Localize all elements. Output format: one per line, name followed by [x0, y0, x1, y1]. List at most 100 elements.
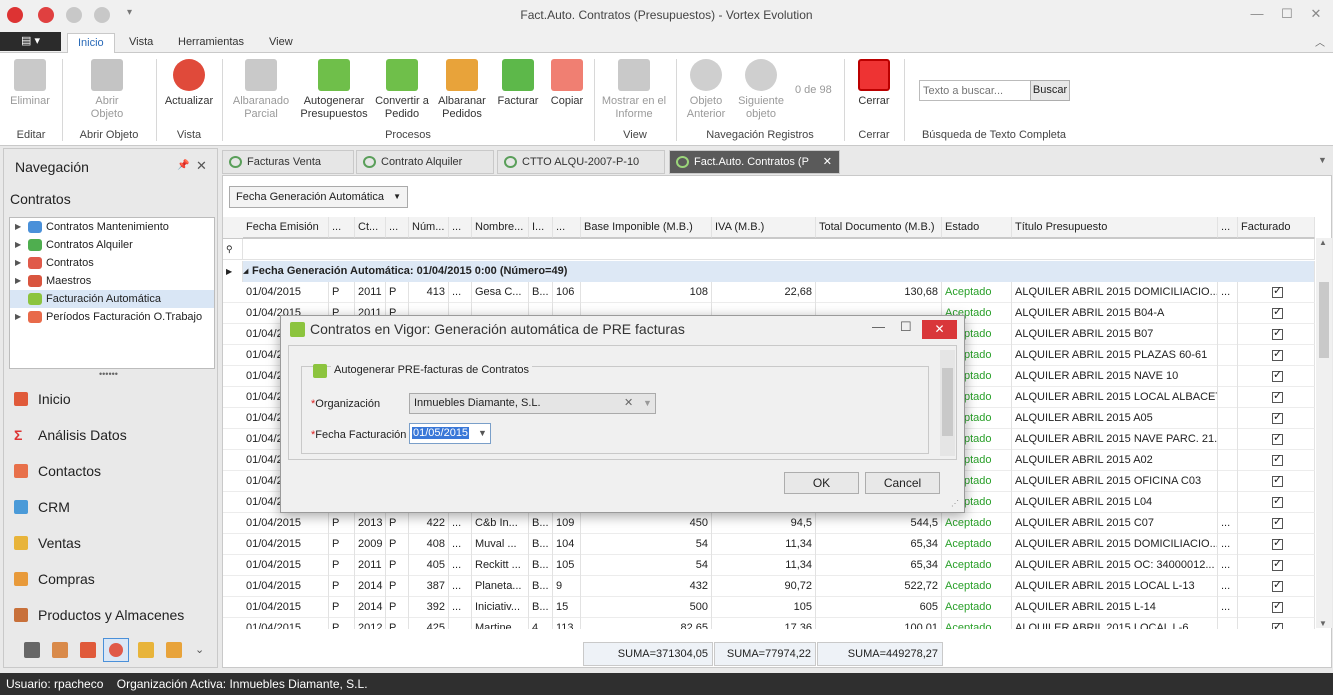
objeto-anterior-button[interactable]: Objeto Anterior	[682, 57, 730, 121]
column-header[interactable]: Estado	[942, 217, 1012, 238]
facturado-checkbox[interactable]	[1272, 389, 1283, 403]
albaranado-parcial-button[interactable]: Albaranado Parcial	[228, 57, 294, 121]
doc-tab-facturas-venta[interactable]: Facturas Venta	[222, 150, 354, 174]
tab-vista[interactable]: Vista	[119, 33, 163, 53]
chevron-down-icon[interactable]: ▼	[643, 394, 652, 413]
nav-crm[interactable]: CRM	[14, 495, 70, 519]
facturado-checkbox[interactable]	[1272, 368, 1283, 382]
siguiente-objeto-button[interactable]: Siguiente objeto	[734, 57, 788, 121]
autogenerar-presupuestos-button[interactable]: Autogenerar Presupuestos	[298, 57, 370, 121]
scroll-down-icon[interactable]: ▼	[1319, 619, 1327, 628]
facturado-checkbox[interactable]	[1272, 452, 1283, 466]
facturado-checkbox[interactable]	[1272, 536, 1283, 550]
search-input[interactable]	[919, 80, 1031, 101]
tree-item-maestros[interactable]: ▶ Maestros	[10, 272, 214, 290]
facturado-checkbox[interactable]	[1272, 515, 1283, 529]
facturado-checkbox[interactable]	[1272, 494, 1283, 508]
column-header[interactable]: Nombre...	[472, 217, 529, 238]
clear-icon[interactable]: ✕	[624, 394, 633, 413]
resize-grip-icon[interactable]: ⋰	[951, 499, 959, 508]
column-header[interactable]: ...	[329, 217, 355, 238]
column-header[interactable]: Título Presupuesto	[1012, 217, 1218, 238]
dialog-scrollbar-thumb[interactable]	[942, 368, 953, 436]
column-header[interactable]: ...	[1218, 217, 1238, 238]
maximize-button[interactable]: ☐	[1278, 6, 1296, 22]
facturado-checkbox[interactable]	[1272, 347, 1283, 361]
pin-icon[interactable]: 📌	[177, 160, 189, 171]
facturado-checkbox[interactable]	[1272, 284, 1283, 298]
convertir-pedido-button[interactable]: Convertir a Pedido	[374, 57, 430, 121]
nav-analisis-datos[interactable]: Σ Análisis Datos	[14, 423, 127, 447]
facturado-checkbox[interactable]	[1272, 578, 1283, 592]
facturado-checkbox[interactable]	[1272, 473, 1283, 487]
facturar-button[interactable]: Facturar	[494, 57, 542, 108]
dialog-scrollbar[interactable]	[940, 350, 955, 456]
collapse-group-icon[interactable]: ◢	[243, 261, 251, 282]
minimize-button[interactable]: —	[1248, 6, 1266, 22]
exchange-icon[interactable]	[138, 642, 154, 658]
dialog-maximize-button[interactable]: ☐	[900, 319, 912, 335]
mostrar-informe-button[interactable]: Mostrar en el Informe	[600, 57, 668, 121]
vertical-scrollbar[interactable]	[1316, 238, 1332, 628]
group-by-chip[interactable]: Fecha Generación Automática ▼	[229, 186, 408, 208]
more-chevron-icon[interactable]: ⌄	[195, 643, 204, 656]
ok-button[interactable]: OK	[784, 472, 859, 494]
tree-item-facturacion-automatica[interactable]: Facturación Automática	[10, 290, 214, 308]
contracts-shortcut-button[interactable]	[103, 638, 129, 662]
facturado-checkbox[interactable]	[1272, 620, 1283, 629]
doc-tab-fact-auto[interactable]: Fact.Auto. Contratos (P ✕	[669, 150, 840, 174]
dialog-minimize-button[interactable]: —	[872, 319, 885, 334]
column-header[interactable]: IVA (M.B.)	[712, 217, 816, 238]
collapse-ribbon-icon[interactable]: ︿	[1315, 34, 1325, 49]
facturado-checkbox[interactable]	[1272, 431, 1283, 445]
doc-tab-ctto[interactable]: CTTO ALQU-2007-P-10	[497, 150, 665, 174]
cerrar-button[interactable]: Cerrar	[852, 57, 896, 108]
close-button[interactable]: ✕	[1307, 6, 1325, 22]
buscar-button[interactable]: Buscar	[1030, 80, 1070, 101]
tree-item-contratos-alquiler[interactable]: ▶ Contratos Alquiler	[10, 236, 214, 254]
scroll-up-icon[interactable]: ▲	[1319, 238, 1327, 247]
nav-ventas[interactable]: Ventas	[14, 531, 81, 555]
filter-row[interactable]	[223, 239, 1315, 260]
doc-tab-contrato-alquiler[interactable]: Contrato Alquiler	[356, 150, 494, 174]
column-header[interactable]: Total Documento (M.B.)	[816, 217, 942, 238]
facturado-checkbox[interactable]	[1272, 305, 1283, 319]
nav-inicio[interactable]: Inicio	[14, 387, 71, 411]
dialog-close-button[interactable]: ✕	[922, 320, 957, 339]
albaranar-pedidos-button[interactable]: Albaranar Pedidos	[434, 57, 490, 121]
column-header[interactable]: Ct...	[355, 217, 386, 238]
tab-herramientas[interactable]: Herramientas	[168, 33, 254, 53]
nav-compras[interactable]: Compras	[14, 567, 95, 591]
fecha-field[interactable]: 01/05/2015 ▼	[409, 423, 491, 444]
tree-item-periodos-facturacion[interactable]: ▶ Períodos Facturación O.Trabajo	[10, 308, 214, 326]
column-header[interactable]: ...	[553, 217, 581, 238]
file-menu-button[interactable]: ▤ ▾	[0, 32, 61, 51]
column-header[interactable]: I...	[529, 217, 553, 238]
printer-icon[interactable]	[24, 642, 40, 658]
facturado-checkbox[interactable]	[1272, 410, 1283, 424]
org-field[interactable]: Inmuebles Diamante, S.L. ✕ ▼	[409, 393, 656, 414]
calendar-dropdown-icon[interactable]: ▼	[478, 424, 487, 443]
actualizar-button[interactable]: Actualizar	[162, 57, 216, 108]
filter-icon[interactable]: ⚲	[223, 239, 243, 260]
facturado-checkbox[interactable]	[1272, 326, 1283, 340]
puzzle-icon[interactable]	[80, 642, 96, 658]
close-panel-icon[interactable]: ✕	[196, 158, 207, 174]
expand-row-icon[interactable]: ▶	[223, 261, 243, 282]
splitter-grip[interactable]: ••••••	[99, 369, 118, 379]
column-header[interactable]: Base Imponible (M.B.)	[581, 217, 712, 238]
eliminar-button[interactable]: Eliminar	[6, 57, 54, 108]
close-tab-icon[interactable]: ✕	[823, 151, 832, 173]
cancel-button[interactable]: Cancel	[865, 472, 940, 494]
column-header[interactable]: Núm...	[409, 217, 449, 238]
nav-contactos[interactable]: Contactos	[14, 459, 101, 483]
tree-item-contratos[interactable]: ▶ Contratos	[10, 254, 214, 272]
column-header[interactable]: Facturado	[1238, 217, 1315, 238]
billing-icon[interactable]	[166, 642, 182, 658]
tools-icon[interactable]	[52, 642, 68, 658]
facturado-checkbox[interactable]	[1272, 557, 1283, 571]
tree-item-contratos-mantenimiento[interactable]: ▶ Contratos Mantenimiento	[10, 218, 214, 236]
tab-inicio[interactable]: Inicio	[67, 33, 115, 53]
abrir-objeto-button[interactable]: Abrir Objeto	[78, 57, 136, 121]
column-header[interactable]: ...	[386, 217, 409, 238]
